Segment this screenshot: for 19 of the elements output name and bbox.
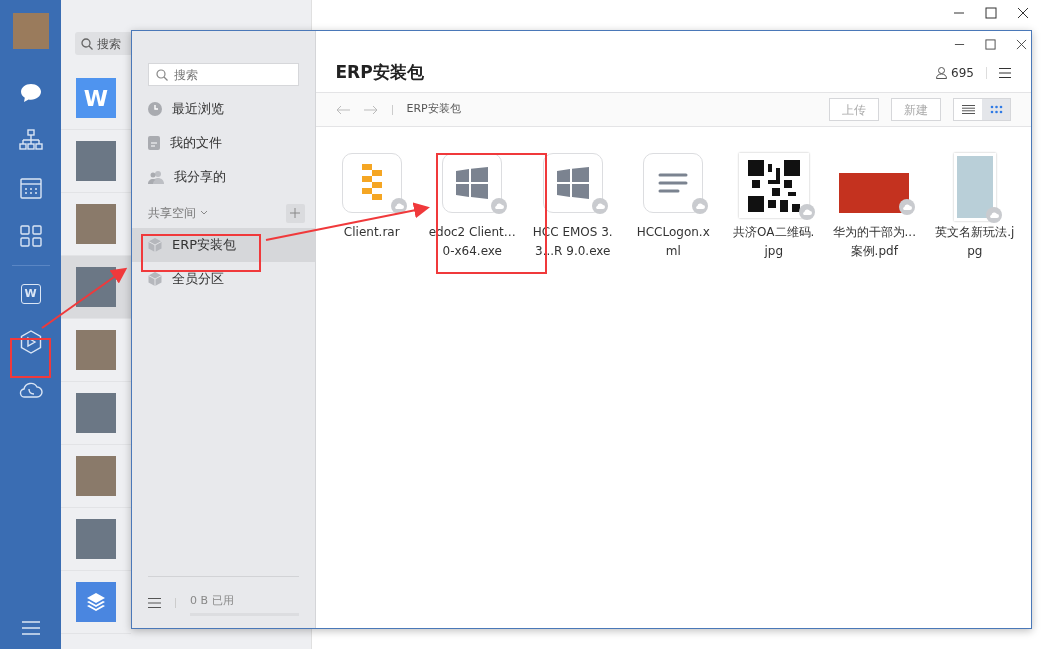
- space-item[interactable]: 全员分区: [132, 262, 315, 296]
- nav-item[interactable]: 最近浏览: [132, 92, 315, 126]
- file-name[interactable]: Client.rar: [343, 223, 400, 242]
- search-field[interactable]: 搜索: [148, 63, 299, 86]
- section-label: 共享空间: [148, 205, 196, 222]
- document-app-icon[interactable]: W: [20, 284, 41, 304]
- nav-item[interactable]: 我分享的: [132, 160, 315, 194]
- file-name[interactable]: 华为的干部为... 案例.pdf: [832, 223, 916, 261]
- storage-usage-label: 0 B 已用: [190, 592, 235, 609]
- file-name[interactable]: 共济OA二维码. jpg: [733, 223, 815, 261]
- file-name[interactable]: HCCLogon.x ml: [636, 223, 710, 261]
- space-item[interactable]: ERP安装包: [132, 228, 315, 262]
- app-logo: W: [76, 78, 116, 118]
- file-name[interactable]: 英文名新玩法.j pg: [935, 223, 1015, 261]
- breadcrumb-item[interactable]: ERP安装包: [406, 101, 461, 118]
- nav-item[interactable]: 我的文件: [132, 126, 315, 160]
- member-count: 695: [951, 64, 974, 82]
- search-field[interactable]: 搜索: [75, 32, 131, 55]
- folder-title: ERP安装包: [335, 60, 424, 84]
